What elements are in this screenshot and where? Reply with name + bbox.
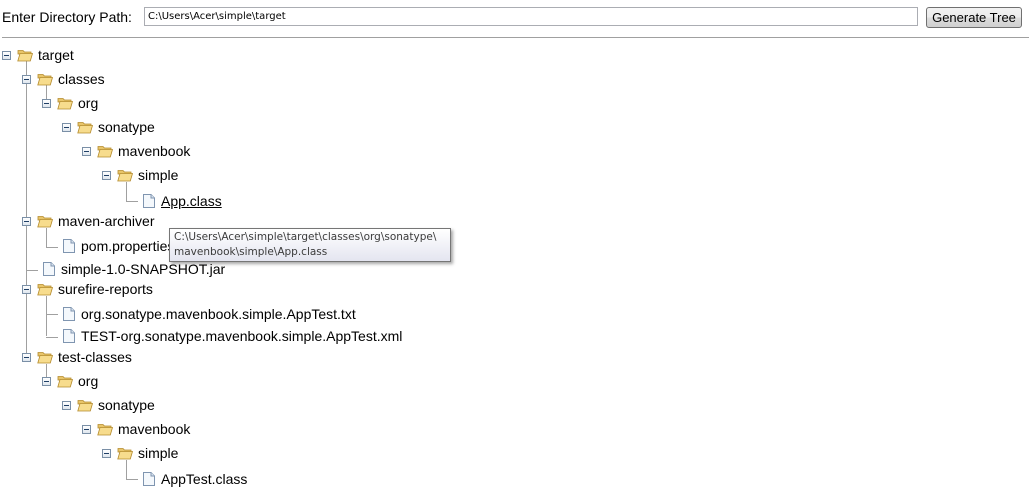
tree-node-label: App.class xyxy=(161,193,222,209)
open-folder-icon xyxy=(37,350,53,364)
tree-node-label: pom.properties xyxy=(81,238,175,254)
tree-node-label: org.sonatype.mavenbook.simple.AppTest.tx… xyxy=(81,306,356,322)
collapse-toggle-icon[interactable] xyxy=(22,216,31,226)
tree-node-sonatype[interactable]: sonatype xyxy=(62,395,155,415)
tree-node-label: sonatype xyxy=(98,119,155,135)
tree-node-apptest-class[interactable]: AppTest.class xyxy=(143,469,247,489)
tree-node-target[interactable]: target xyxy=(2,45,74,65)
file-icon xyxy=(63,329,75,343)
tree-node-org[interactable]: org xyxy=(42,371,98,391)
tree-connector xyxy=(46,314,58,315)
open-folder-icon xyxy=(117,168,133,182)
tree-node-simple[interactable]: simple xyxy=(102,443,178,463)
tree-connector xyxy=(46,337,58,338)
tree-node-jar[interactable]: simple-1.0-SNAPSHOT.jar xyxy=(43,259,225,279)
tree-connector xyxy=(46,247,58,248)
file-icon xyxy=(63,239,75,253)
tree-node-label: AppTest.class xyxy=(161,471,248,487)
tree-connector xyxy=(126,460,127,480)
open-folder-icon xyxy=(17,48,33,62)
open-folder-icon xyxy=(97,144,113,158)
tree-node-simple[interactable]: simple xyxy=(102,165,178,185)
file-icon xyxy=(143,194,155,208)
tree-node-label: maven-archiver xyxy=(58,213,155,229)
collapse-toggle-icon[interactable] xyxy=(62,122,71,132)
tree-node-maven-archiver[interactable]: maven-archiver xyxy=(22,211,154,231)
open-folder-icon xyxy=(37,72,53,86)
tree-node-label: classes xyxy=(58,71,105,87)
open-folder-icon xyxy=(117,446,133,460)
tree-node-apptest-txt[interactable]: org.sonatype.mavenbook.simple.AppTest.tx… xyxy=(63,304,356,324)
file-icon xyxy=(63,307,75,321)
tree-node-apptest-xml[interactable]: TEST-org.sonatype.mavenbook.simple.AppTe… xyxy=(63,326,402,346)
tree-node-label: test-classes xyxy=(58,349,132,365)
tree-node-mavenbook[interactable]: mavenbook xyxy=(82,419,190,439)
open-folder-icon xyxy=(97,422,113,436)
tooltip-line: C:\Users\Acer\simple\target\classes\org\… xyxy=(174,231,437,243)
tree-node-label: TEST-org.sonatype.mavenbook.simple.AppTe… xyxy=(81,328,403,344)
collapse-toggle-icon[interactable] xyxy=(102,448,111,458)
tree-node-label: surefire-reports xyxy=(58,281,153,297)
tree-connector xyxy=(126,479,138,480)
collapse-toggle-icon[interactable] xyxy=(82,146,91,156)
path-tooltip: C:\Users\Acer\simple\target\classes\org\… xyxy=(169,228,451,262)
collapse-toggle-icon[interactable] xyxy=(42,98,51,108)
collapse-toggle-icon[interactable] xyxy=(102,170,111,180)
tree-node-sonatype[interactable]: sonatype xyxy=(62,117,155,137)
open-folder-icon xyxy=(37,282,53,296)
tooltip-line: mavenbook\simple\App.class xyxy=(174,246,328,258)
open-folder-icon xyxy=(77,120,93,134)
tree-node-label: mavenbook xyxy=(118,421,191,437)
tree-node-test-classes[interactable]: test-classes xyxy=(22,347,132,367)
tree-node-app-class[interactable]: App.class xyxy=(143,191,222,211)
tree-node-label: sonatype xyxy=(98,397,155,413)
tree-connector xyxy=(126,201,138,202)
tree-node-label: target xyxy=(38,47,74,63)
tree-node-label: org xyxy=(78,373,99,389)
file-icon xyxy=(43,262,55,276)
tree-node-label: org xyxy=(78,95,99,111)
collapse-toggle-icon[interactable] xyxy=(82,424,91,434)
tree-node-label: simple xyxy=(138,445,179,461)
collapse-toggle-icon[interactable] xyxy=(62,400,71,410)
collapse-toggle-icon[interactable] xyxy=(22,284,31,294)
collapse-toggle-icon[interactable] xyxy=(22,74,31,84)
directory-tree: target classes org sonatype mavenbook si… xyxy=(0,0,1029,497)
tree-node-pom-properties[interactable]: pom.properties xyxy=(63,236,174,256)
collapse-toggle-icon[interactable] xyxy=(42,376,51,386)
open-folder-icon xyxy=(57,374,73,388)
tree-connector xyxy=(126,182,127,202)
open-folder-icon xyxy=(77,398,93,412)
tree-node-label: simple-1.0-SNAPSHOT.jar xyxy=(61,261,226,277)
tree-connector xyxy=(26,60,27,358)
open-folder-icon xyxy=(37,214,53,228)
tree-node-org[interactable]: org xyxy=(42,93,98,113)
tree-connector xyxy=(26,270,38,271)
tree-node-mavenbook[interactable]: mavenbook xyxy=(82,141,190,161)
tree-node-label: mavenbook xyxy=(118,143,191,159)
collapse-toggle-icon[interactable] xyxy=(22,352,31,362)
tree-connector xyxy=(46,296,47,336)
tree-node-label: simple xyxy=(138,167,179,183)
file-icon xyxy=(143,472,155,486)
open-folder-icon xyxy=(57,96,73,110)
tree-connector xyxy=(46,228,47,248)
tree-node-classes[interactable]: classes xyxy=(22,69,105,89)
tree-node-surefire-reports[interactable]: surefire-reports xyxy=(22,279,153,299)
collapse-toggle-icon[interactable] xyxy=(2,50,11,60)
